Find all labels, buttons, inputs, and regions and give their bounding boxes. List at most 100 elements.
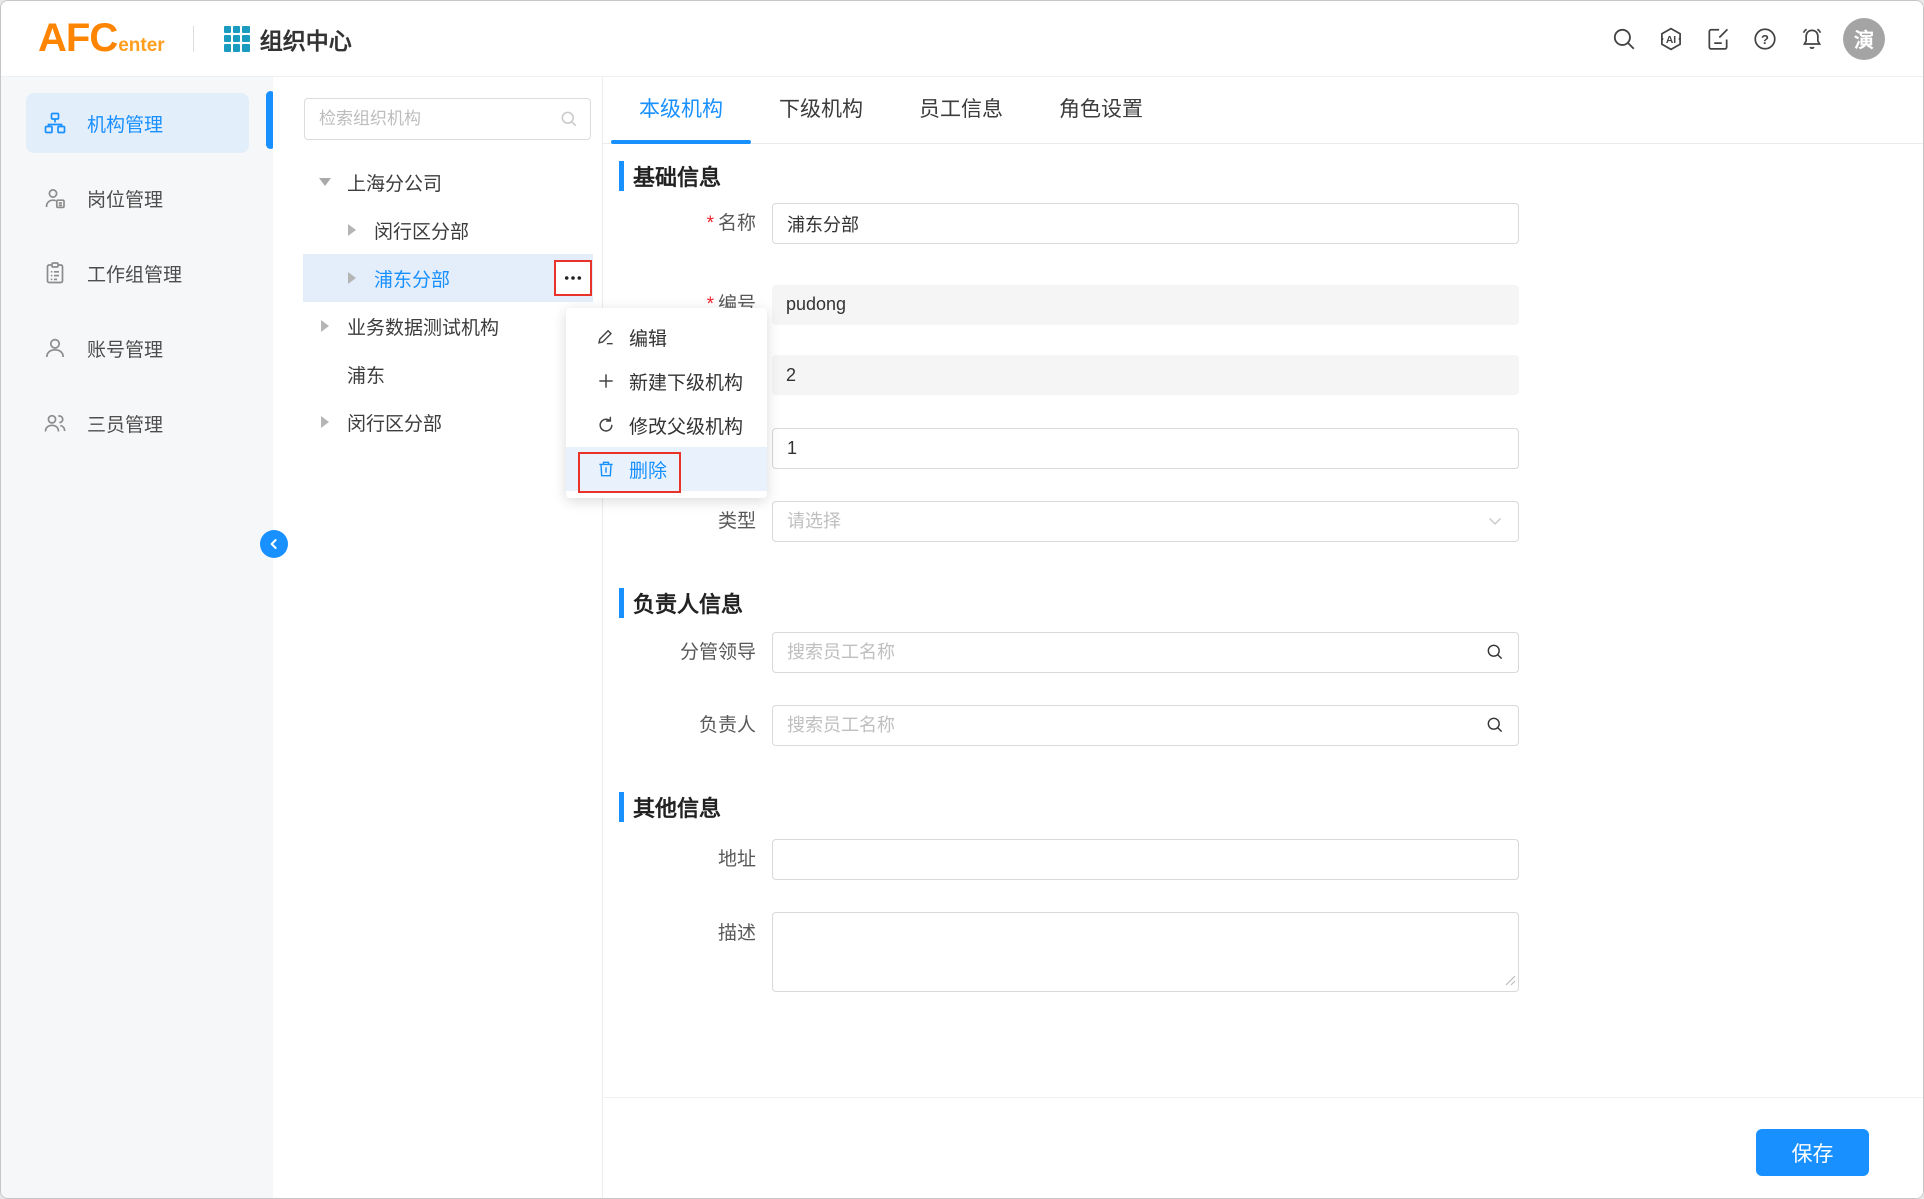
afc-logo[interactable]: AFC enter (38, 16, 165, 61)
menu-item-label: 删除 (629, 456, 667, 483)
caret-right-icon[interactable] (321, 416, 329, 428)
sidebar-item-account-management[interactable]: 账号管理 (26, 318, 249, 378)
field-label: 分管领导 (680, 642, 756, 663)
description-textarea[interactable] (772, 912, 1519, 992)
page-title: 组织中心 (260, 22, 352, 56)
tab-current-org[interactable]: 本级机构 (611, 77, 751, 143)
collapse-panel-button[interactable] (260, 530, 288, 558)
search-icon[interactable] (1611, 26, 1637, 52)
form-row-address: 地址 (603, 839, 1923, 880)
svg-text:?: ? (1761, 31, 1769, 46)
field-label: 类型 (718, 511, 756, 532)
help-icon[interactable]: ? (1752, 26, 1778, 52)
field-label: 名称 (718, 213, 756, 234)
menu-item-label: 修改父级机构 (629, 412, 743, 439)
form-row-code: *编号 (603, 284, 1923, 325)
tree-node[interactable]: 闵行区分部 (303, 398, 593, 446)
form-footer: 保存 (603, 1097, 1923, 1198)
form-area: 基础信息 *名称 *编号 (603, 144, 1923, 1097)
org-search-input[interactable] (304, 98, 591, 140)
note-edit-icon[interactable] (1705, 26, 1731, 52)
caret-right-icon[interactable] (348, 272, 356, 284)
form-row-name: *名称 (603, 203, 1923, 244)
header-divider (193, 26, 194, 52)
caret-right-icon[interactable] (348, 224, 356, 236)
people-icon (43, 411, 67, 435)
pencil-icon (596, 327, 616, 347)
form-row-type: 类型 (603, 501, 1923, 542)
tree-node[interactable]: 闵行区分部 (303, 206, 593, 254)
tree-search (304, 98, 591, 140)
tree-node-context-menu: 编辑 新建下级机构 修改父级机构 (566, 308, 767, 498)
app-grid-icon[interactable] (224, 26, 250, 52)
tree-node[interactable]: 上海分公司 (303, 158, 593, 206)
sidebar-item-admin-management[interactable]: 三员管理 (26, 393, 249, 453)
save-button[interactable]: 保存 (1756, 1129, 1869, 1176)
section-leader-info: 负责人信息 (619, 588, 1923, 618)
main-content: 本级机构 下级机构 员工信息 角色设置 基础信息 *名称 *编号 (603, 77, 1923, 1198)
tree-node[interactable]: 浦东 (303, 350, 593, 398)
tree-node-label: 浦东分部 (374, 265, 450, 292)
tab-sub-org[interactable]: 下级机构 (751, 77, 891, 143)
logo-suffix-text: enter (118, 35, 164, 57)
sidebar-item-org-management[interactable]: 机构管理 (26, 93, 249, 153)
field-label: 地址 (718, 849, 756, 870)
person-badge-icon (43, 186, 67, 210)
sidebar-item-label: 工作组管理 (87, 260, 182, 287)
refresh-icon (596, 415, 616, 435)
form-row-hidden-1 (603, 355, 1923, 395)
person-icon (43, 336, 67, 360)
sidebar-item-position-management[interactable]: 岗位管理 (26, 168, 249, 228)
org-tree-panel: 上海分公司 闵行区分部 浦东分部 业务数据测试机构 浦东 (273, 77, 603, 1198)
search-icon (559, 109, 579, 129)
supervisor-search-input[interactable] (772, 632, 1519, 673)
menu-item-change-parent-org[interactable]: 修改父级机构 (566, 403, 767, 447)
sidebar-item-label: 岗位管理 (87, 185, 163, 212)
svg-text:AI: AI (1666, 34, 1676, 45)
ai-assistant-icon[interactable]: AI (1658, 26, 1684, 52)
name-input[interactable] (772, 203, 1519, 244)
tab-employee-info[interactable]: 员工信息 (891, 77, 1031, 143)
sidebar: 机构管理 岗位管理 (1, 77, 273, 1198)
form-row-leader: 负责人 (603, 705, 1923, 746)
plus-icon (596, 371, 616, 391)
caret-down-icon[interactable] (319, 178, 331, 186)
leader-search-input[interactable] (772, 705, 1519, 746)
tree-node-label: 浦东 (303, 361, 385, 388)
menu-item-new-sub-org[interactable]: 新建下级机构 (566, 359, 767, 403)
tree-node-label: 业务数据测试机构 (347, 313, 499, 340)
search-icon[interactable] (1485, 642, 1505, 667)
menu-item-delete[interactable]: 删除 (566, 447, 767, 491)
address-input[interactable] (772, 839, 1519, 880)
sidebar-item-label: 机构管理 (87, 110, 163, 137)
field-label: 负责人 (699, 715, 756, 736)
caret-right-icon[interactable] (321, 320, 329, 332)
tree-node-label: 闵行区分部 (347, 409, 442, 436)
sidebar-item-label: 三员管理 (87, 410, 163, 437)
clipboard-icon (43, 261, 67, 285)
app-window: AFC enter 组织中心 AI (0, 0, 1924, 1199)
header-actions: AI ? (1590, 18, 1885, 60)
user-avatar[interactable]: 演 (1843, 18, 1885, 60)
sidebar-item-workgroup-management[interactable]: 工作组管理 (26, 243, 249, 303)
form-row-supervisor: 分管领导 (603, 632, 1923, 673)
form-row-description: 描述 (603, 912, 1923, 997)
required-asterisk: * (707, 213, 714, 234)
more-actions-button[interactable] (554, 260, 592, 296)
menu-item-label: 新建下级机构 (629, 368, 743, 395)
sidebar-item-label: 账号管理 (87, 335, 163, 362)
logo-main-text: AFC (38, 16, 117, 61)
org-tree: 上海分公司 闵行区分部 浦东分部 业务数据测试机构 浦东 (273, 158, 602, 446)
section-other-info: 其他信息 (619, 792, 1923, 822)
menu-item-edit[interactable]: 编辑 (566, 315, 767, 359)
tree-node[interactable]: 业务数据测试机构 (303, 302, 593, 350)
menu-item-label: 编辑 (629, 324, 667, 351)
tab-role-settings[interactable]: 角色设置 (1031, 77, 1171, 143)
form-row-hidden-2 (603, 428, 1923, 469)
type-select[interactable] (772, 501, 1519, 542)
level-input (772, 355, 1519, 395)
bell-icon[interactable] (1799, 26, 1825, 52)
tree-node-selected[interactable]: 浦东分部 (303, 254, 593, 302)
sort-input[interactable] (772, 428, 1519, 469)
search-icon[interactable] (1485, 715, 1505, 740)
